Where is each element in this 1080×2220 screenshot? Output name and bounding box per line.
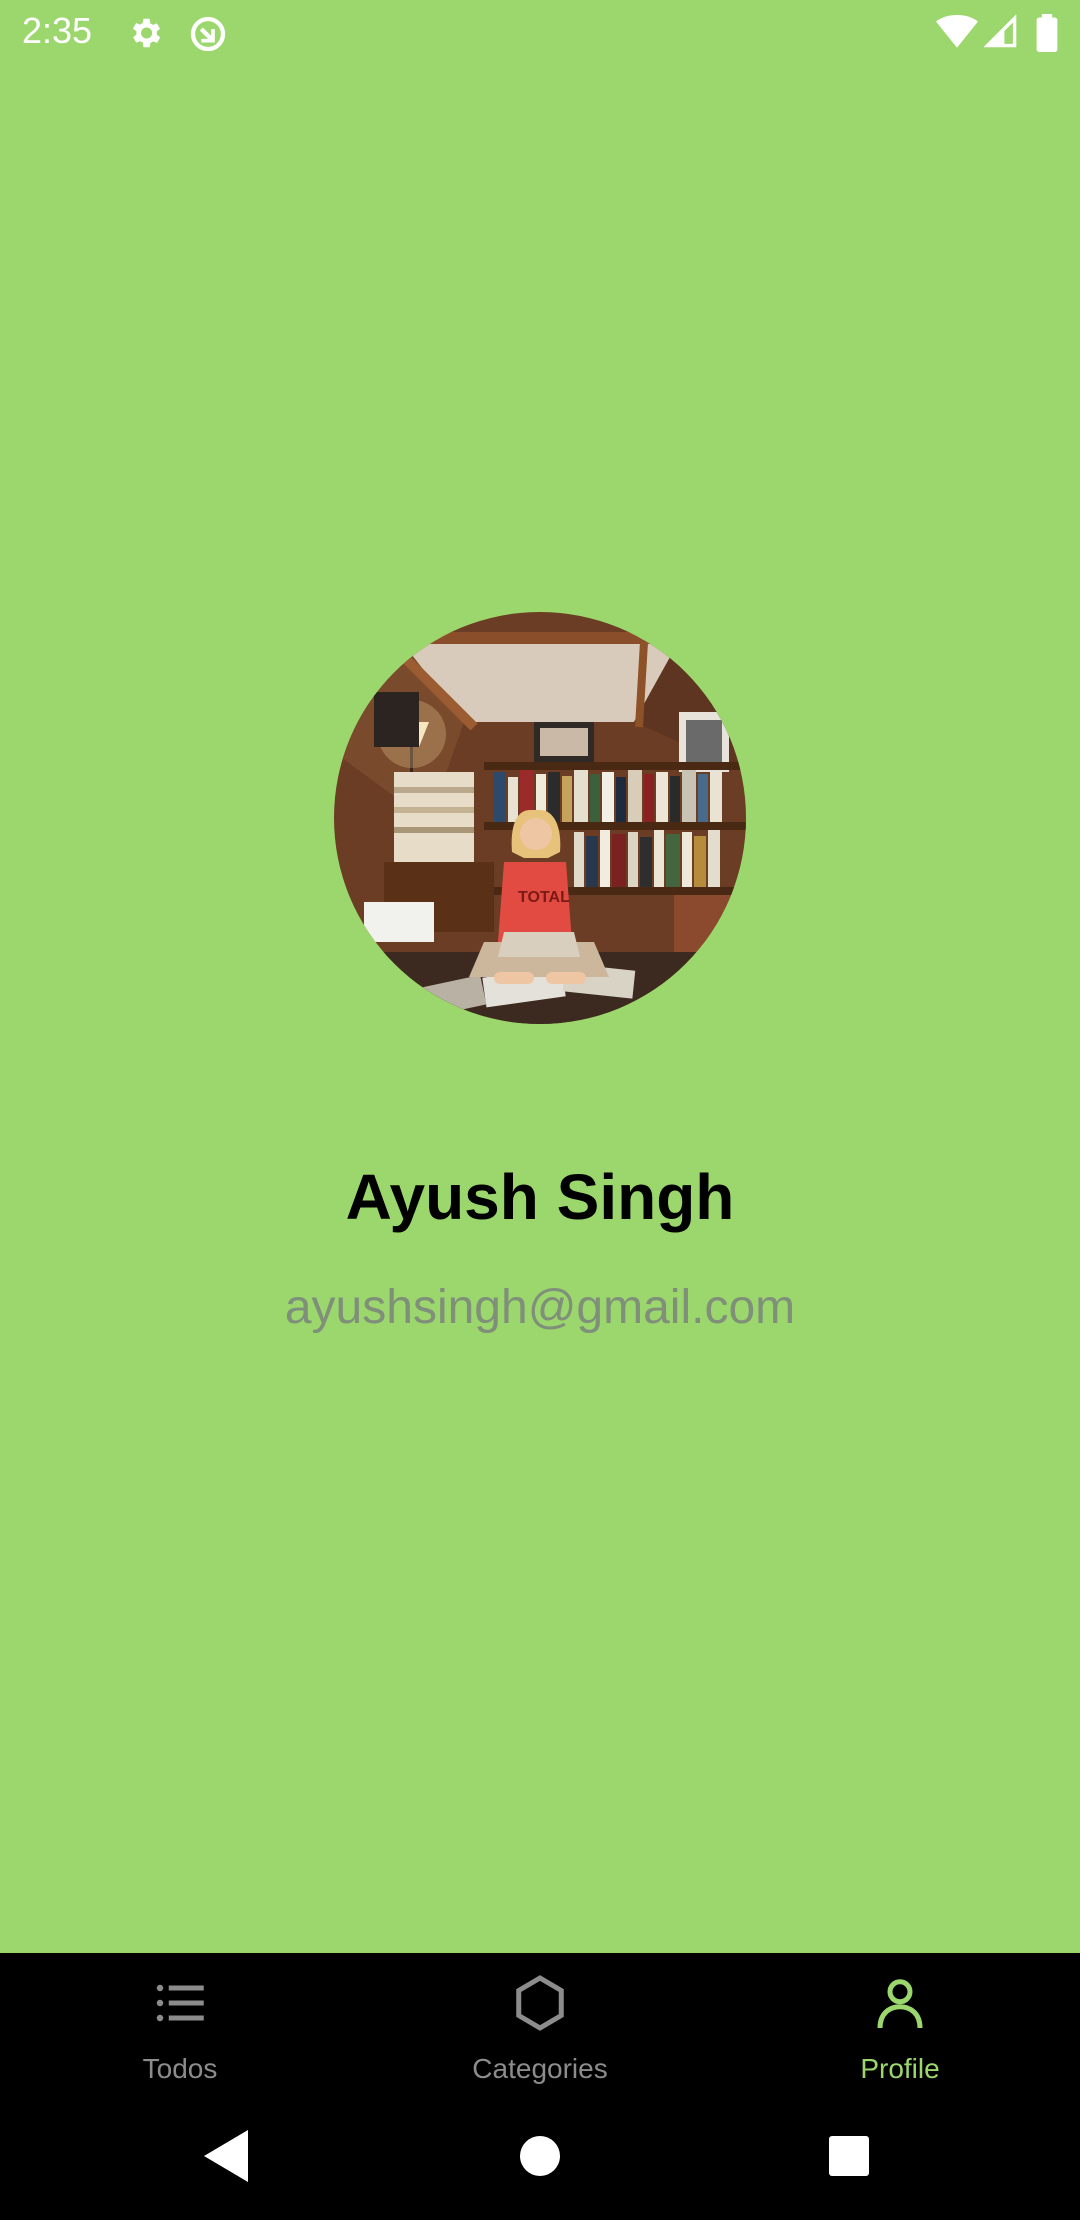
hexagon-icon [510, 1973, 570, 2033]
recents-icon[interactable] [829, 2130, 871, 2187]
profile-email: ayushsingh@gmail.com [284, 1281, 796, 1334]
list-icon [150, 1973, 210, 2033]
tab-todos[interactable]: Todos [0, 1953, 360, 2100]
tab-profile-label: Profile [860, 2053, 940, 2084]
home-icon[interactable] [519, 2130, 561, 2187]
system-navigation-bar [0, 2100, 1080, 2220]
avatar: TOTAL [334, 612, 746, 1024]
tab-categories[interactable]: Categories [360, 1953, 720, 2100]
svg-text:TOTAL: TOTAL [518, 889, 570, 906]
tab-todos-label: Todos [142, 2053, 218, 2084]
tab-profile[interactable]: Profile [720, 1953, 1080, 2100]
profile-photo: TOTAL [334, 612, 746, 1024]
profile-name: Ayush Singh [345, 1161, 735, 1233]
person-icon [870, 1973, 930, 2033]
bottom-navigation: Todos Categories Profile [0, 1953, 1080, 2100]
back-icon[interactable] [204, 2130, 248, 2187]
profile-screen: TOTAL Ayush Singh ayushsingh@gmail.com [0, 0, 1080, 1953]
tab-categories-label: Categories [472, 2053, 608, 2084]
